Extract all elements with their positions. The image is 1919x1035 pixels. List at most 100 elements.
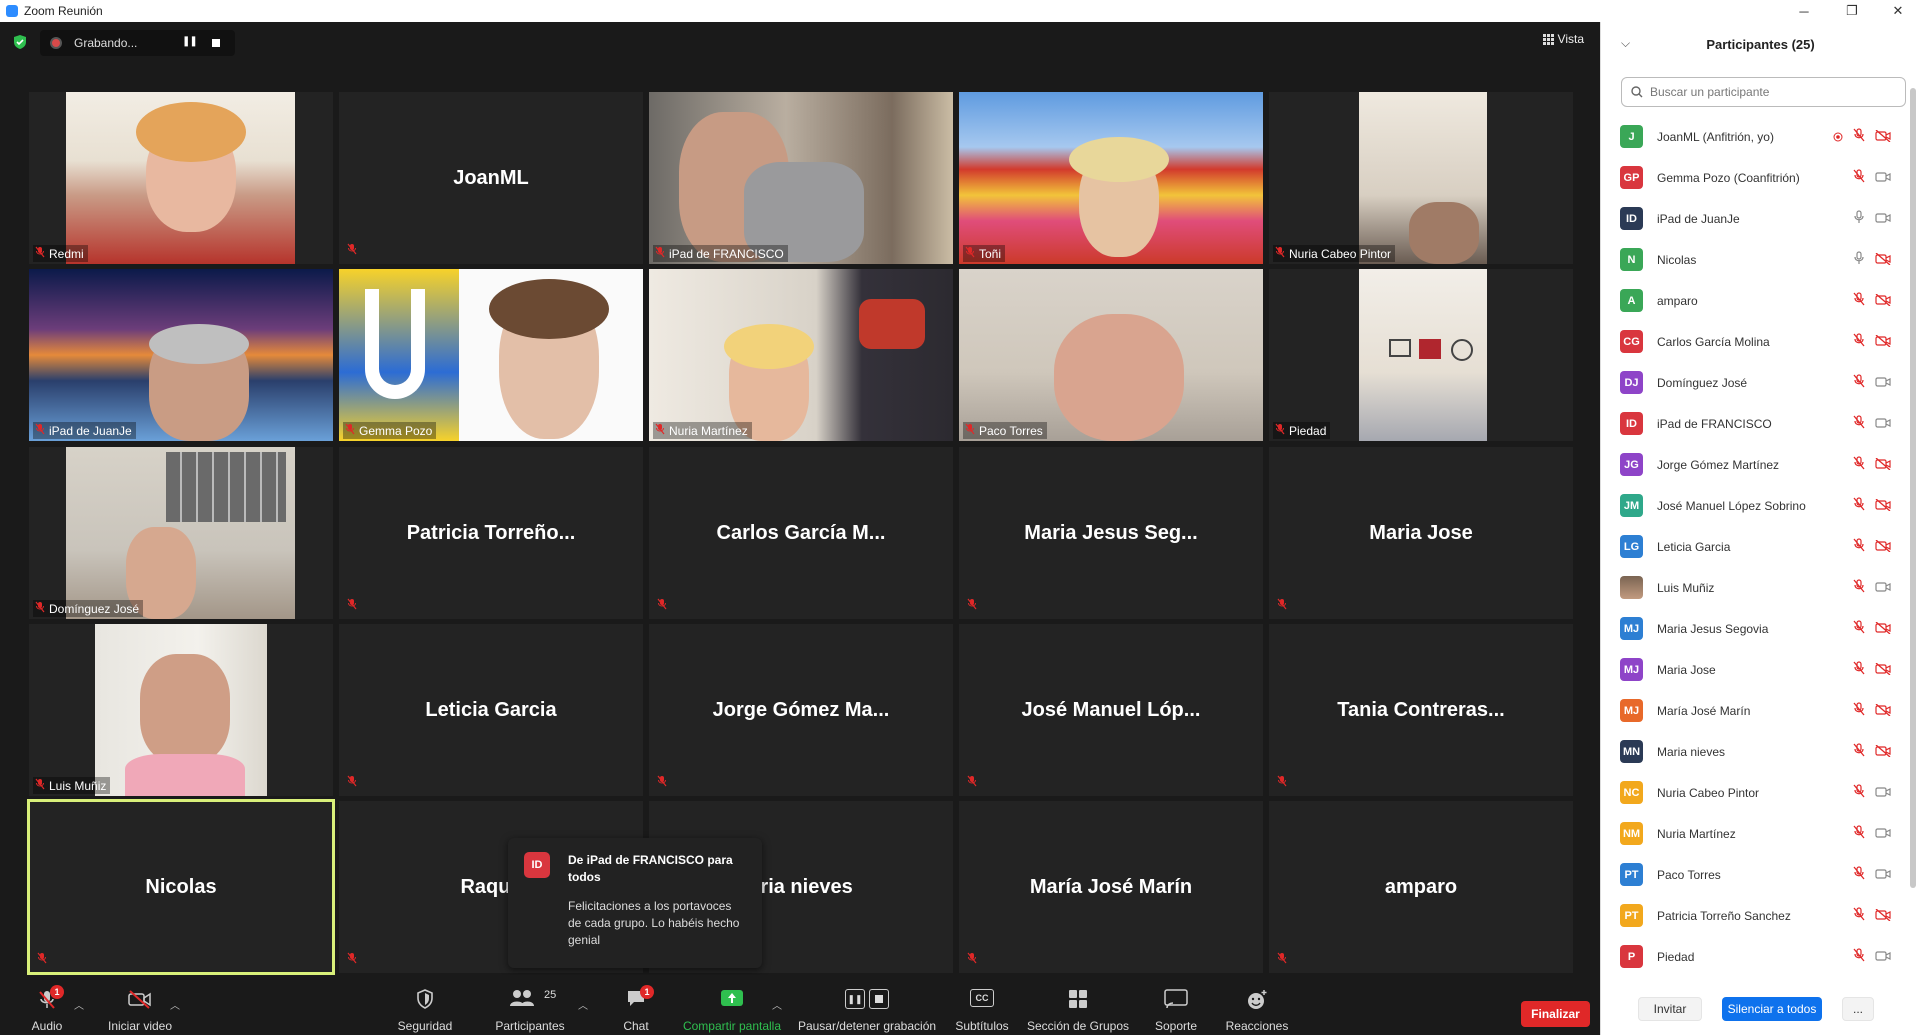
participant-list-item[interactable]: JG Jorge Gómez Martínez [1601, 444, 1901, 485]
participant-tile[interactable]: Maria Jose [1269, 447, 1573, 619]
participant-tile[interactable]: Domínguez José [29, 447, 333, 619]
audio-button[interactable]: 1 Audio [22, 975, 72, 1035]
participant-tile[interactable]: amparo [1269, 801, 1573, 973]
mic-muted-icon[interactable] [1853, 292, 1865, 311]
participant-tile[interactable]: Redmi [29, 92, 333, 264]
mic-muted-icon[interactable] [1853, 620, 1865, 639]
participant-list-item[interactable]: CG Carlos García Molina [1601, 321, 1901, 362]
participant-list-item[interactable]: Aamparo [1601, 280, 1901, 321]
participant-list-item[interactable]: ID iPad de FRANCISCO [1601, 403, 1901, 444]
participant-tile[interactable]: Paco Torres [959, 269, 1263, 441]
mic-muted-icon[interactable] [1853, 948, 1865, 967]
mic-muted-icon[interactable] [1853, 907, 1865, 926]
participant-initials-avatar: PT [1620, 904, 1643, 927]
participant-list-item[interactable]: MN Maria nieves [1601, 731, 1901, 772]
mic-muted-icon[interactable] [1853, 456, 1865, 475]
subtitles-button[interactable]: CC Subtítulos [952, 975, 1012, 1035]
close-button[interactable]: ✕ [1878, 0, 1918, 22]
participant-list-item[interactable]: NM Nuria Martínez [1601, 813, 1901, 854]
minimize-button[interactable]: ─ [1784, 0, 1824, 22]
chat-button[interactable]: 1 Chat [616, 975, 656, 1035]
participant-tile[interactable]: Tania Contreras... [1269, 624, 1573, 796]
pause-stop-recording-button[interactable]: ❚❚ Pausar/detener grabación [796, 975, 938, 1035]
participant-tile[interactable]: Leticia Garcia [339, 624, 643, 796]
participant-tile[interactable]: iPad de FRANCISCO [649, 92, 953, 264]
participant-tile[interactable]: Nicolas [27, 799, 335, 975]
participant-tile[interactable]: Nuria Martínez [649, 269, 953, 441]
pause-recording-icon[interactable]: ❚❚ [182, 36, 198, 47]
participant-tile[interactable]: JoanML [339, 92, 643, 264]
participants-options-caret-icon[interactable]: ︿ [578, 997, 588, 1012]
participant-tile[interactable]: Nuria Cabeo Pintor [1269, 92, 1573, 264]
participants-scrollbar[interactable] [1909, 74, 1917, 954]
more-options-button[interactable]: ... [1842, 997, 1874, 1021]
participant-list-item[interactable]: ID iPad de JuanJe [1601, 198, 1901, 239]
mic-muted-icon[interactable] [1853, 497, 1865, 516]
share-screen-button[interactable]: Compartir pantalla [680, 975, 784, 1035]
participant-search-input[interactable]: Buscar un participante [1621, 77, 1906, 107]
mic-muted-icon[interactable] [1853, 743, 1865, 762]
participant-list-item[interactable]: J JoanML (Anfitrión, yo) [1601, 116, 1901, 157]
mic-muted-icon[interactable] [1853, 333, 1865, 352]
mute-all-button[interactable]: Silenciar a todos [1722, 997, 1822, 1021]
mic-muted-icon[interactable] [1853, 661, 1865, 680]
participant-list-item[interactable]: MJ Maria Jesus Segovia [1601, 608, 1901, 649]
invite-button[interactable]: Invitar [1638, 997, 1702, 1021]
stop-recording-icon[interactable] [212, 39, 220, 47]
start-video-button[interactable]: Iniciar video [100, 975, 180, 1035]
participant-list-item[interactable]: P Piedad [1601, 936, 1901, 977]
mic-muted-icon[interactable] [1853, 415, 1865, 434]
security-button[interactable]: Seguridad [395, 975, 455, 1035]
participant-tile[interactable]: Luis Muñiz [29, 624, 333, 796]
participant-tile[interactable]: Piedad [1269, 269, 1573, 441]
mic-muted-icon[interactable] [1853, 579, 1865, 598]
mic-muted-icon[interactable] [1853, 825, 1865, 844]
participant-tile[interactable]: Jorge Gómez Ma... [649, 624, 953, 796]
participant-tile[interactable]: iPad de JuanJe [29, 269, 333, 441]
participant-tile[interactable]: Toñi [959, 92, 1263, 264]
share-options-caret-icon[interactable]: ︿ [772, 997, 782, 1012]
breakout-rooms-button[interactable]: Sección de Grupos [1026, 975, 1130, 1035]
mic-muted-icon[interactable] [1853, 702, 1865, 721]
end-meeting-button[interactable]: Finalizar [1521, 1001, 1590, 1027]
participant-list-item[interactable]: JM José Manuel López Sobrino [1601, 485, 1901, 526]
participant-tile[interactable]: Maria Jesus Seg... [959, 447, 1263, 619]
support-button[interactable]: Soporte [1146, 975, 1206, 1035]
mic-muted-icon[interactable] [1853, 784, 1865, 803]
participant-initials-avatar: P [1620, 945, 1643, 968]
mic-icon[interactable] [1853, 210, 1865, 229]
mic-icon[interactable] [1853, 251, 1865, 270]
participant-list-item[interactable]: Luis Muñiz [1601, 567, 1901, 608]
participant-list-item[interactable]: NC Nuria Cabeo Pintor [1601, 772, 1901, 813]
view-button[interactable]: Vista [1542, 32, 1584, 46]
camera-off-icon [128, 990, 151, 1009]
collapse-panel-chevron-icon[interactable]: ⌵ [1621, 36, 1630, 51]
mic-muted-icon[interactable] [1853, 169, 1865, 188]
participant-tile[interactable]: Patricia Torreño... [339, 447, 643, 619]
mic-muted-icon[interactable] [1853, 866, 1865, 885]
participant-list-item[interactable]: N Nicolas [1601, 239, 1901, 280]
restore-button[interactable]: ❐ [1832, 0, 1872, 22]
mic-muted-icon[interactable] [1853, 538, 1865, 557]
participant-list-item[interactable]: DJ Domínguez José [1601, 362, 1901, 403]
participant-tile[interactable]: María José Marín [959, 801, 1263, 973]
participant-list-item[interactable]: PT Patricia Torreño Sanchez [1601, 895, 1901, 936]
mic-muted-icon[interactable] [1853, 374, 1865, 393]
muted-mic-icon [965, 423, 975, 438]
participant-tile[interactable]: Carlos García M... [649, 447, 953, 619]
chat-notification[interactable]: ID De iPad de FRANCISCO para todos Felic… [508, 838, 762, 968]
participant-tile[interactable]: Gemma Pozo [339, 269, 643, 441]
participant-list-item[interactable]: LG Leticia Garcia [1601, 526, 1901, 567]
tile-name: iPad de JuanJe [49, 423, 132, 438]
participant-list-item[interactable]: MJ Maria Jose [1601, 649, 1901, 690]
participants-button[interactable]: 25 Participantes [492, 975, 568, 1035]
audio-options-caret-icon[interactable]: ︿ [74, 997, 84, 1012]
participant-list-item[interactable]: MJ María José Marín [1601, 690, 1901, 731]
video-options-caret-icon[interactable]: ︿ [170, 997, 180, 1012]
participant-tile[interactable]: José Manuel Lóp... [959, 624, 1263, 796]
reactions-button[interactable]: Reacciones [1222, 975, 1292, 1035]
mic-muted-icon[interactable] [1853, 128, 1865, 147]
encryption-shield-icon[interactable] [12, 34, 28, 50]
participant-list-item[interactable]: PT Paco Torres [1601, 854, 1901, 895]
participant-list-item[interactable]: GP Gemma Pozo (Coanfitrión) [1601, 157, 1901, 198]
